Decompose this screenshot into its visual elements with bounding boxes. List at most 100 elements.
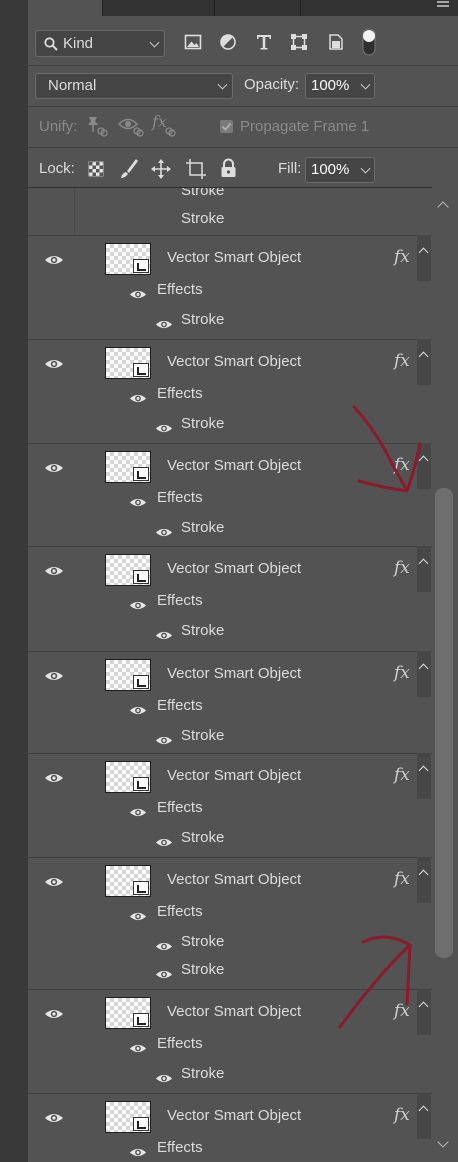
effects-collapse-toggle[interactable] (417, 857, 431, 903)
lock-all-icon[interactable] (220, 158, 237, 178)
filter-toggle-icon[interactable] (361, 28, 377, 56)
effects-label[interactable]: Effects (157, 1139, 203, 1156)
layer-name[interactable]: Vector Smart Object (167, 353, 301, 370)
unify-style-icon[interactable]: fx (151, 113, 177, 137)
layer-row[interactable]: Vector Smart Object fx Effects (28, 1093, 432, 1162)
panel-menu-icon[interactable] (436, 0, 450, 12)
propagate-frame-checkbox[interactable] (220, 120, 233, 133)
fx-icon[interactable]: fx (394, 765, 410, 785)
layer-row[interactable]: Vector Smart Object fx Effects Stroke (28, 235, 432, 339)
lock-image-pixels-icon[interactable] (119, 158, 139, 180)
lock-transparent-pixels-icon[interactable] (88, 161, 104, 177)
effects-label[interactable]: Effects (157, 697, 203, 714)
effects-label[interactable]: Effects (157, 799, 203, 816)
eye-icon[interactable] (44, 669, 64, 687)
layer-row[interactable]: Vector Smart Object fx Effects Stroke (28, 989, 432, 1093)
fx-icon[interactable]: fx (394, 1001, 410, 1021)
eye-icon[interactable] (129, 495, 147, 513)
tab-layers[interactable] (28, 0, 103, 16)
stroke-effect-label[interactable]: Stroke (181, 1065, 224, 1082)
stroke-effect-label[interactable]: Stroke (181, 415, 224, 432)
layers-scrollbar-thumb[interactable] (435, 488, 453, 958)
fill-field[interactable]: 100% (305, 157, 375, 183)
layer-thumbnail[interactable] (105, 865, 151, 897)
fx-icon[interactable]: fx (394, 455, 410, 475)
layer-name[interactable]: Vector Smart Object (167, 457, 301, 474)
eye-icon[interactable] (155, 733, 173, 751)
stroke-effect-label[interactable]: Stroke (181, 311, 224, 328)
layer-thumbnail[interactable] (105, 451, 151, 483)
layers-list[interactable]: Stroke Stroke Vector Smart Object fx Effec… (28, 188, 458, 1162)
fx-icon[interactable]: fx (394, 869, 410, 889)
eye-icon[interactable] (155, 1071, 173, 1089)
layer-name[interactable]: Vector Smart Object (167, 1107, 301, 1124)
effects-label[interactable]: Effects (157, 489, 203, 506)
eye-icon[interactable] (44, 1007, 64, 1025)
eye-icon[interactable] (129, 909, 147, 927)
blend-mode-dropdown[interactable]: Normal (35, 73, 233, 99)
smart-object-filter-icon[interactable] (327, 33, 345, 51)
effects-label[interactable]: Effects (157, 592, 203, 609)
fx-icon[interactable]: fx (394, 1105, 410, 1125)
effects-collapse-toggle[interactable] (417, 651, 431, 697)
layer-name[interactable]: Vector Smart Object (167, 871, 301, 888)
opacity-field[interactable]: 100% (305, 73, 375, 99)
effects-collapse-toggle[interactable] (417, 989, 431, 1035)
stroke-effect-label[interactable]: Stroke (181, 933, 224, 950)
eye-icon[interactable] (129, 805, 147, 823)
layer-name[interactable]: Vector Smart Object (167, 665, 301, 682)
effects-label[interactable]: Effects (157, 281, 203, 298)
eye-icon[interactable] (129, 703, 147, 721)
eye-icon[interactable] (155, 939, 173, 957)
fx-icon[interactable]: fx (394, 351, 410, 371)
eye-icon[interactable] (129, 1145, 147, 1162)
layer-row[interactable]: Vector Smart Object fx Effects Stroke Stroke (28, 857, 432, 989)
eye-icon[interactable] (155, 317, 173, 335)
layer-name[interactable]: Vector Smart Object (167, 249, 301, 266)
eye-icon[interactable] (129, 391, 147, 409)
effects-label[interactable]: Effects (157, 903, 203, 920)
lock-position-icon[interactable] (151, 159, 171, 179)
effects-collapse-toggle[interactable] (417, 235, 431, 281)
eye-icon[interactable] (155, 967, 173, 985)
effects-collapse-toggle[interactable] (417, 753, 431, 799)
fx-icon[interactable]: fx (394, 663, 410, 683)
eye-icon[interactable] (44, 564, 64, 582)
eye-icon[interactable] (155, 525, 173, 543)
eye-icon[interactable] (129, 287, 147, 305)
layer-row[interactable]: Vector Smart Object fx Effects Stroke (28, 546, 432, 651)
effects-collapse-toggle[interactable] (417, 546, 431, 592)
type-filter-icon[interactable] (255, 33, 273, 51)
layer-name[interactable]: Vector Smart Object (167, 767, 301, 784)
eye-icon[interactable] (129, 598, 147, 616)
effects-collapse-toggle[interactable] (417, 443, 431, 489)
effects-collapse-toggle[interactable] (417, 1093, 431, 1139)
layer-thumbnail[interactable] (105, 243, 151, 275)
stroke-effect-label[interactable]: Stroke (181, 961, 224, 978)
eye-icon[interactable] (44, 357, 64, 375)
stroke-effect-label[interactable]: Stroke (181, 519, 224, 536)
shape-filter-icon[interactable] (290, 33, 308, 51)
unify-position-icon[interactable] (84, 115, 108, 137)
eye-icon[interactable] (44, 1111, 64, 1129)
effects-label[interactable]: Effects (157, 1035, 203, 1052)
layer-thumbnail[interactable] (105, 347, 151, 379)
effects-collapse-toggle[interactable] (417, 339, 431, 385)
adjustment-filter-icon[interactable] (219, 33, 237, 51)
tab-paths[interactable] (214, 0, 301, 16)
eye-icon[interactable] (129, 1041, 147, 1059)
stroke-effect-label[interactable]: Stroke (181, 829, 224, 846)
image-filter-icon[interactable] (184, 33, 202, 51)
eye-icon[interactable] (44, 461, 64, 479)
tab-channels[interactable] (102, 0, 215, 16)
eye-icon[interactable] (155, 835, 173, 853)
layer-row[interactable]: Vector Smart Object fx Effects Stroke (28, 339, 432, 443)
stroke-effect-label[interactable]: Stroke (181, 622, 224, 639)
fx-icon[interactable]: fx (394, 558, 410, 578)
layer-name[interactable]: Vector Smart Object (167, 560, 301, 577)
layer-thumbnail[interactable] (105, 659, 151, 691)
layer-name[interactable]: Vector Smart Object (167, 1003, 301, 1020)
layer-thumbnail[interactable] (105, 761, 151, 793)
unify-visibility-icon[interactable] (118, 115, 144, 137)
layer-row[interactable]: Vector Smart Object fx Effects Stroke (28, 753, 432, 857)
